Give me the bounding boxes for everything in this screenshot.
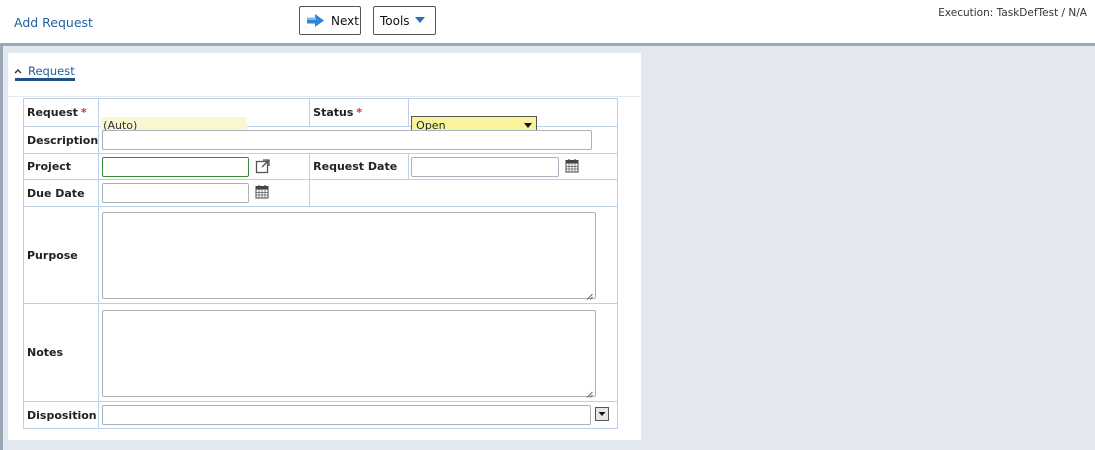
chevron-up-icon[interactable] (14, 68, 22, 74)
resize-handle-icon[interactable] (586, 387, 594, 398)
row-purpose: Purpose (22, 206, 619, 304)
project-label: Project (27, 160, 72, 173)
row-description: Description (22, 126, 619, 154)
request-panel: Request Request * (Auto) Status * Open D… (8, 53, 641, 440)
tools-button-label: Tools (380, 13, 410, 28)
project-label-cell: Project (22, 153, 100, 180)
caret-down-icon (414, 17, 425, 24)
calendar-icon[interactable] (565, 158, 579, 173)
description-value-cell (98, 126, 619, 154)
request-form: Request * (Auto) Status * Open Descripti… (22, 98, 619, 429)
request-date-input[interactable] (411, 156, 560, 177)
purpose-value-cell (98, 206, 619, 304)
request-label-cell: Request * (22, 98, 100, 127)
notes-label-cell: Notes (22, 303, 100, 402)
disposition-label-cell: Disposition (22, 401, 100, 429)
open-link-icon[interactable] (255, 158, 271, 174)
due-date-label-cell: Due Date (22, 179, 100, 207)
calendar-icon[interactable] (255, 184, 269, 199)
next-button[interactable]: Next (299, 6, 361, 35)
status-label-cell: Status * (309, 98, 410, 127)
row-project-request-date: Project Request Date (22, 153, 619, 180)
notes-label: Notes (27, 346, 64, 359)
purpose-label: Purpose (27, 248, 78, 262)
top-toolbar: Add Request Next Tools Execution: TaskDe… (0, 0, 1095, 44)
disposition-label: Disposition (27, 408, 97, 422)
purpose-textarea[interactable] (102, 212, 597, 300)
disposition-input[interactable] (102, 405, 592, 425)
description-label: Description (27, 133, 99, 147)
due-date-input[interactable] (102, 183, 250, 203)
purpose-label-cell: Purpose (22, 206, 100, 304)
status-label: Status (313, 106, 354, 119)
request-date-value-cell (408, 153, 619, 180)
description-input[interactable] (102, 130, 593, 150)
arrow-right-icon (306, 13, 325, 28)
due-date-value-cell (98, 179, 311, 207)
request-date-label-cell: Request Date (309, 153, 410, 180)
disposition-value-cell (98, 401, 619, 429)
row-notes: Notes (22, 303, 619, 402)
due-date-label: Due Date (27, 186, 85, 200)
request-label: Request (27, 106, 78, 119)
description-label-cell: Description (22, 126, 100, 154)
section-header: Request (8, 53, 641, 97)
left-border (0, 46, 3, 450)
next-button-label: Next (331, 13, 359, 28)
required-marker: * (80, 106, 87, 119)
execution-info: Execution: TaskDefTest / N/A (938, 7, 1087, 19)
notes-textarea[interactable] (102, 309, 597, 398)
row-due-date: Due Date (22, 179, 619, 207)
row-disposition: Disposition (22, 401, 619, 429)
tools-menu-button[interactable]: Tools (373, 6, 436, 35)
row-request-status: Request * (Auto) Status * Open (22, 98, 619, 135)
status-value-cell: Open (408, 98, 619, 135)
project-input[interactable] (102, 156, 250, 177)
request-value-cell: (Auto) (98, 98, 311, 135)
request-date-label: Request Date (313, 160, 398, 173)
notes-value-cell (98, 303, 619, 402)
dropdown-arrow-icon[interactable] (595, 407, 610, 421)
project-value-cell (98, 153, 311, 180)
tab-request-label: Request (28, 64, 75, 78)
required-marker: * (356, 106, 363, 119)
resize-handle-icon[interactable] (586, 289, 594, 300)
empty-cell (309, 179, 619, 207)
active-tab-indicator (15, 78, 75, 81)
page-title: Add Request (14, 15, 93, 30)
